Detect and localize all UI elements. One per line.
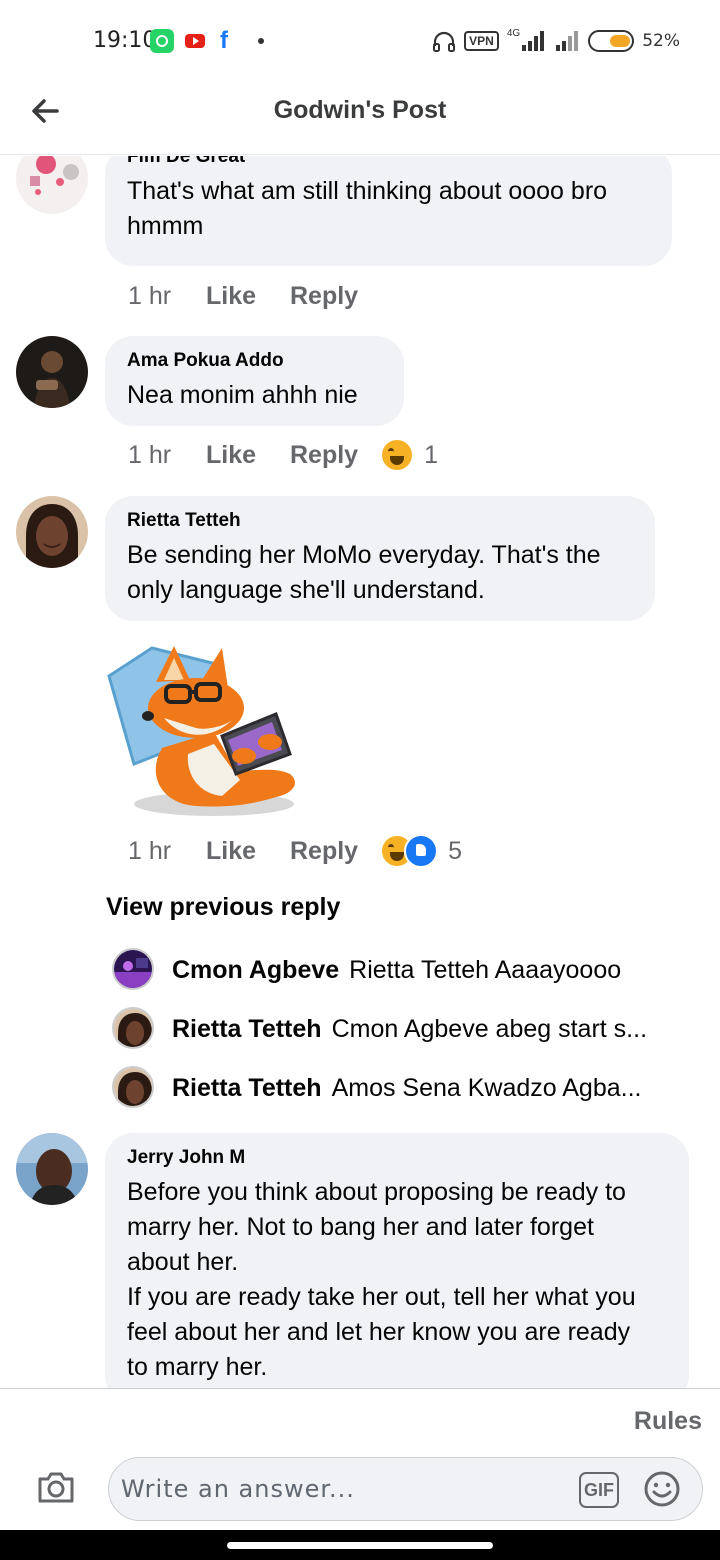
reply-item[interactable]: Cmon Agbeve Rietta Tetteh Aaaayoooo [112, 948, 692, 992]
comment-actions: 1 hr Like Reply 1 [128, 438, 438, 472]
reply-content: Rietta Tetteh Cmon Agbeve abeg start s... [172, 1015, 677, 1044]
comment-text-line: to marry her. [127, 1353, 268, 1381]
vpn-icon: VPN [464, 31, 499, 51]
whatsapp-icon [150, 29, 174, 53]
answer-input[interactable] [121, 1466, 561, 1512]
emoji-icon[interactable] [643, 1470, 681, 1508]
status-indicators: VPN 4G 52% [432, 28, 680, 54]
youtube-icon [185, 34, 205, 48]
comment-author[interactable]: Rietta Tetteh [127, 510, 633, 532]
comment-time: 1 hr [128, 281, 172, 310]
reply-content: Rietta Tetteh Amos Sena Kwadzo Agba... [172, 1074, 677, 1103]
reply-content: Cmon Agbeve Rietta Tetteh Aaaayoooo [172, 956, 677, 985]
comment-actions: 1 hr Like Reply 5 [128, 834, 462, 868]
reaction-count: 5 [448, 836, 462, 865]
reply-text: Rietta Tetteh Aaaayoooo [349, 955, 622, 984]
comment-bubble[interactable]: Rietta Tetteh Be sending her MoMo everyd… [105, 496, 655, 621]
like-reaction-icon [404, 834, 439, 868]
more-notifications-icon [258, 38, 264, 44]
system-nav-bar [0, 1530, 720, 1560]
avatar[interactable] [16, 496, 88, 568]
haha-reaction-icon [380, 438, 415, 472]
home-indicator[interactable] [227, 1542, 493, 1549]
camera-icon[interactable] [36, 1469, 76, 1505]
reply-button[interactable]: Reply [290, 441, 358, 470]
comment-composer-bar: Rules GIF [0, 1388, 720, 1530]
signal-icon [520, 31, 546, 51]
comment-text-line: If you are ready take her out, tell her … [127, 1283, 636, 1311]
comment-text: Be sending her MoMo everyday. That's the… [127, 541, 601, 604]
like-button[interactable]: Like [206, 282, 290, 311]
signal-icon-2 [554, 31, 580, 51]
answer-composer[interactable]: GIF [108, 1457, 703, 1521]
comment-text-line: about her. [127, 1248, 239, 1276]
avatar[interactable] [112, 948, 154, 990]
comment-actions: 1 hr Like Reply [128, 279, 380, 313]
reply-item[interactable]: Rietta Tetteh Amos Sena Kwadzo Agba... [112, 1066, 692, 1110]
reply-author[interactable]: Rietta Tetteh [172, 1015, 322, 1043]
comment-text: Before you think about proposing be read… [127, 1175, 667, 1385]
status-bar: 19:10 f VPN 4G 52% [0, 0, 720, 80]
comment-bubble[interactable]: Jerry John M Before you think about prop… [105, 1133, 689, 1388]
comment-author[interactable]: Fiifi De Great [127, 156, 650, 168]
reply-button[interactable]: Reply [290, 837, 358, 866]
avatar[interactable] [16, 336, 88, 408]
like-button[interactable]: Like [206, 837, 290, 866]
avatar[interactable] [112, 1066, 154, 1108]
like-button[interactable]: Like [206, 441, 290, 470]
comment-text-line: Before you think about proposing be read… [127, 1178, 626, 1206]
reply-item[interactable]: Rietta Tetteh Cmon Agbeve abeg start s... [112, 1007, 692, 1051]
reply-text: Cmon Agbeve abeg start s... [331, 1014, 648, 1043]
reply-text: Amos Sena Kwadzo Agba... [331, 1073, 642, 1102]
comment-time: 1 hr [128, 836, 172, 865]
comment-text-line: marry her. Not to bang her and later for… [127, 1213, 594, 1241]
status-time: 19:10 [93, 28, 157, 53]
reply-author[interactable]: Rietta Tetteh [172, 1074, 322, 1102]
reaction-count: 1 [424, 440, 438, 469]
avatar[interactable] [112, 1007, 154, 1049]
battery-percent: 52% [642, 31, 680, 51]
reply-author[interactable]: Cmon Agbeve [172, 956, 339, 984]
reaction-summary[interactable]: 1 [380, 438, 438, 472]
reply-button[interactable]: Reply [290, 282, 358, 311]
comment-text-line: feel about her and let her know you are … [127, 1318, 631, 1346]
comments-list[interactable]: Fiifi De Great That's what am still thin… [0, 156, 720, 1388]
comment-time: 1 hr [128, 440, 172, 469]
comment-bubble[interactable]: Fiifi De Great That's what am still thin… [105, 156, 672, 266]
app-header: Godwin's Post [0, 80, 720, 155]
network-type-label: 4G [506, 28, 521, 39]
battery-icon [588, 30, 635, 52]
comment-author[interactable]: Jerry John M [127, 1147, 667, 1169]
comment-bubble[interactable]: Ama Pokua Addo Nea monim ahhh nie [105, 336, 404, 426]
facebook-icon: f [220, 27, 228, 54]
headphones-icon [433, 31, 456, 52]
comment-text: That's what am still thinking about oooo… [127, 177, 608, 240]
rules-link[interactable]: Rules [634, 1407, 702, 1436]
reaction-summary[interactable]: 5 [380, 834, 462, 868]
fox-with-glasses-tablet-sticker[interactable] [104, 636, 309, 826]
page-title: Godwin's Post [273, 96, 447, 124]
avatar[interactable] [16, 156, 88, 214]
comment-text: Nea monim ahhh nie [127, 381, 358, 409]
gif-button[interactable]: GIF [579, 1472, 619, 1508]
comment-author[interactable]: Ama Pokua Addo [127, 350, 382, 372]
view-previous-reply-link[interactable]: View previous reply [106, 893, 340, 922]
avatar[interactable] [16, 1133, 88, 1205]
